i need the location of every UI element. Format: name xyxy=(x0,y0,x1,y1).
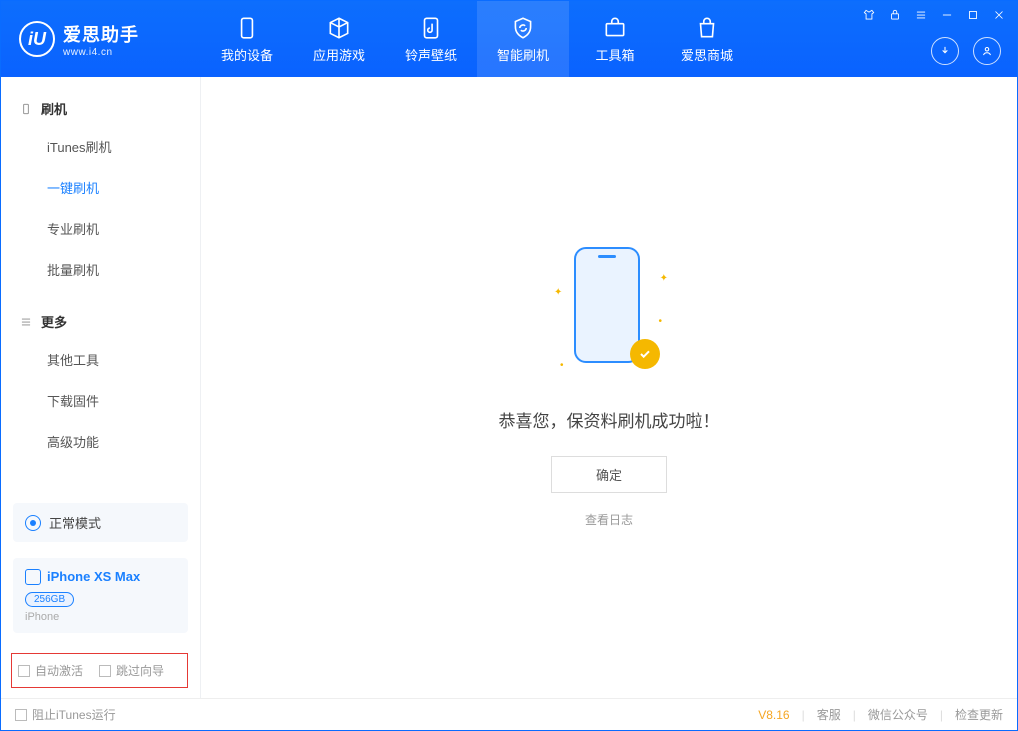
checkbox-auto-activate[interactable]: 自动激活 xyxy=(18,662,83,679)
spark-icon: • xyxy=(658,316,662,327)
tab-ringtone[interactable]: 铃声壁纸 xyxy=(385,1,477,77)
body: 刷机 iTunes刷机 一键刷机 专业刷机 批量刷机 更多 其他工具 下载固件 … xyxy=(1,77,1017,698)
success-graphic: ✦ ✦ • • xyxy=(554,247,664,377)
logo-icon: iU xyxy=(19,21,55,57)
checkbox-icon xyxy=(99,665,111,677)
divider: | xyxy=(940,708,943,722)
spark-icon: ✦ xyxy=(660,273,668,284)
tab-flash[interactable]: 智能刷机 xyxy=(477,1,569,77)
view-log-link[interactable]: 查看日志 xyxy=(585,511,633,528)
close-icon[interactable] xyxy=(991,7,1007,23)
app-window: iU 爱思助手 www.i4.cn 我的设备 应用游戏 铃声壁纸 智能刷机 xyxy=(0,0,1018,731)
tab-my-device[interactable]: 我的设备 xyxy=(201,1,293,77)
sidebar-group-label: 更多 xyxy=(41,312,67,331)
tab-label: 工具箱 xyxy=(595,45,634,64)
sidebar-item-advanced[interactable]: 高级功能 xyxy=(1,421,200,462)
success-message: 恭喜您，保资料刷机成功啦！ xyxy=(499,407,720,432)
support-link[interactable]: 客服 xyxy=(817,706,841,723)
device-icon xyxy=(19,102,33,116)
device-card[interactable]: iPhone XS Max 256GB iPhone xyxy=(13,558,188,633)
checkbox-label: 阻止iTunes运行 xyxy=(32,706,116,723)
shirt-icon[interactable] xyxy=(861,7,877,23)
main-tabs: 我的设备 应用游戏 铃声壁纸 智能刷机 工具箱 爱思商城 xyxy=(201,1,753,77)
device-type: iPhone xyxy=(25,611,176,623)
version-label: V8.16 xyxy=(758,708,789,722)
app-title: 爱思助手 xyxy=(63,21,139,47)
sidebar-group-label: 刷机 xyxy=(41,99,67,118)
checkbox-icon xyxy=(18,665,30,677)
menu-icon[interactable] xyxy=(913,7,929,23)
divider: | xyxy=(853,708,856,722)
window-controls xyxy=(861,7,1007,23)
bag-icon xyxy=(694,15,720,41)
sidebar-item-itunes-flash[interactable]: iTunes刷机 xyxy=(1,126,200,167)
toolbox-icon xyxy=(602,15,628,41)
tab-apps[interactable]: 应用游戏 xyxy=(293,1,385,77)
sidebar-item-other-tools[interactable]: 其他工具 xyxy=(1,339,200,380)
check-badge-icon xyxy=(630,339,660,369)
checkbox-block-itunes[interactable]: 阻止iTunes运行 xyxy=(15,706,116,723)
tab-label: 我的设备 xyxy=(221,45,273,64)
device-capacity: 256GB xyxy=(25,592,74,607)
wechat-link[interactable]: 微信公众号 xyxy=(868,706,928,723)
tab-store[interactable]: 爱思商城 xyxy=(661,1,753,77)
divider: | xyxy=(802,708,805,722)
sidebar-item-batch-flash[interactable]: 批量刷机 xyxy=(1,249,200,290)
sidebar-group-flash: 刷机 xyxy=(1,91,200,126)
checkbox-label: 自动激活 xyxy=(35,662,83,679)
sidebar-item-pro-flash[interactable]: 专业刷机 xyxy=(1,208,200,249)
device-phone-icon xyxy=(25,569,41,585)
main-content: ✦ ✦ • • 恭喜您，保资料刷机成功啦！ 确定 查看日志 xyxy=(201,77,1017,698)
options-row: 自动激活 跳过向导 xyxy=(11,653,188,688)
shield-refresh-icon xyxy=(510,15,536,41)
mode-icon xyxy=(25,515,41,531)
app-subtitle: www.i4.cn xyxy=(63,47,139,58)
ok-button[interactable]: 确定 xyxy=(551,456,667,493)
tab-label: 铃声壁纸 xyxy=(405,45,457,64)
sidebar: 刷机 iTunes刷机 一键刷机 专业刷机 批量刷机 更多 其他工具 下载固件 … xyxy=(1,77,201,698)
device-name: iPhone XS Max xyxy=(47,569,140,584)
list-icon xyxy=(19,315,33,329)
check-update-link[interactable]: 检查更新 xyxy=(955,706,1003,723)
spark-icon: ✦ xyxy=(554,287,562,298)
download-icon[interactable] xyxy=(931,37,959,65)
maximize-icon[interactable] xyxy=(965,7,981,23)
phone-illustration-icon xyxy=(574,247,640,363)
lock-icon[interactable] xyxy=(887,7,903,23)
footer: 阻止iTunes运行 V8.16 | 客服 | 微信公众号 | 检查更新 xyxy=(1,698,1017,730)
minimize-icon[interactable] xyxy=(939,7,955,23)
checkbox-skip-guide[interactable]: 跳过向导 xyxy=(99,662,164,679)
user-icon[interactable] xyxy=(973,37,1001,65)
tab-label: 爱思商城 xyxy=(681,45,733,64)
mode-label: 正常模式 xyxy=(49,513,101,532)
music-file-icon xyxy=(418,15,444,41)
cube-icon xyxy=(326,15,352,41)
header: iU 爱思助手 www.i4.cn 我的设备 应用游戏 铃声壁纸 智能刷机 xyxy=(1,1,1017,77)
sidebar-item-one-click-flash[interactable]: 一键刷机 xyxy=(1,167,200,208)
phone-icon xyxy=(234,15,260,41)
checkbox-icon xyxy=(15,709,27,721)
checkbox-label: 跳过向导 xyxy=(116,662,164,679)
mode-indicator[interactable]: 正常模式 xyxy=(13,503,188,542)
spark-icon: • xyxy=(560,360,564,371)
sidebar-item-download-firmware[interactable]: 下载固件 xyxy=(1,380,200,421)
tab-label: 智能刷机 xyxy=(497,45,549,64)
logo: iU 爱思助手 www.i4.cn xyxy=(1,21,201,58)
tab-label: 应用游戏 xyxy=(313,45,365,64)
sidebar-group-more: 更多 xyxy=(1,304,200,339)
header-actions xyxy=(931,37,1001,65)
tab-toolbox[interactable]: 工具箱 xyxy=(569,1,661,77)
